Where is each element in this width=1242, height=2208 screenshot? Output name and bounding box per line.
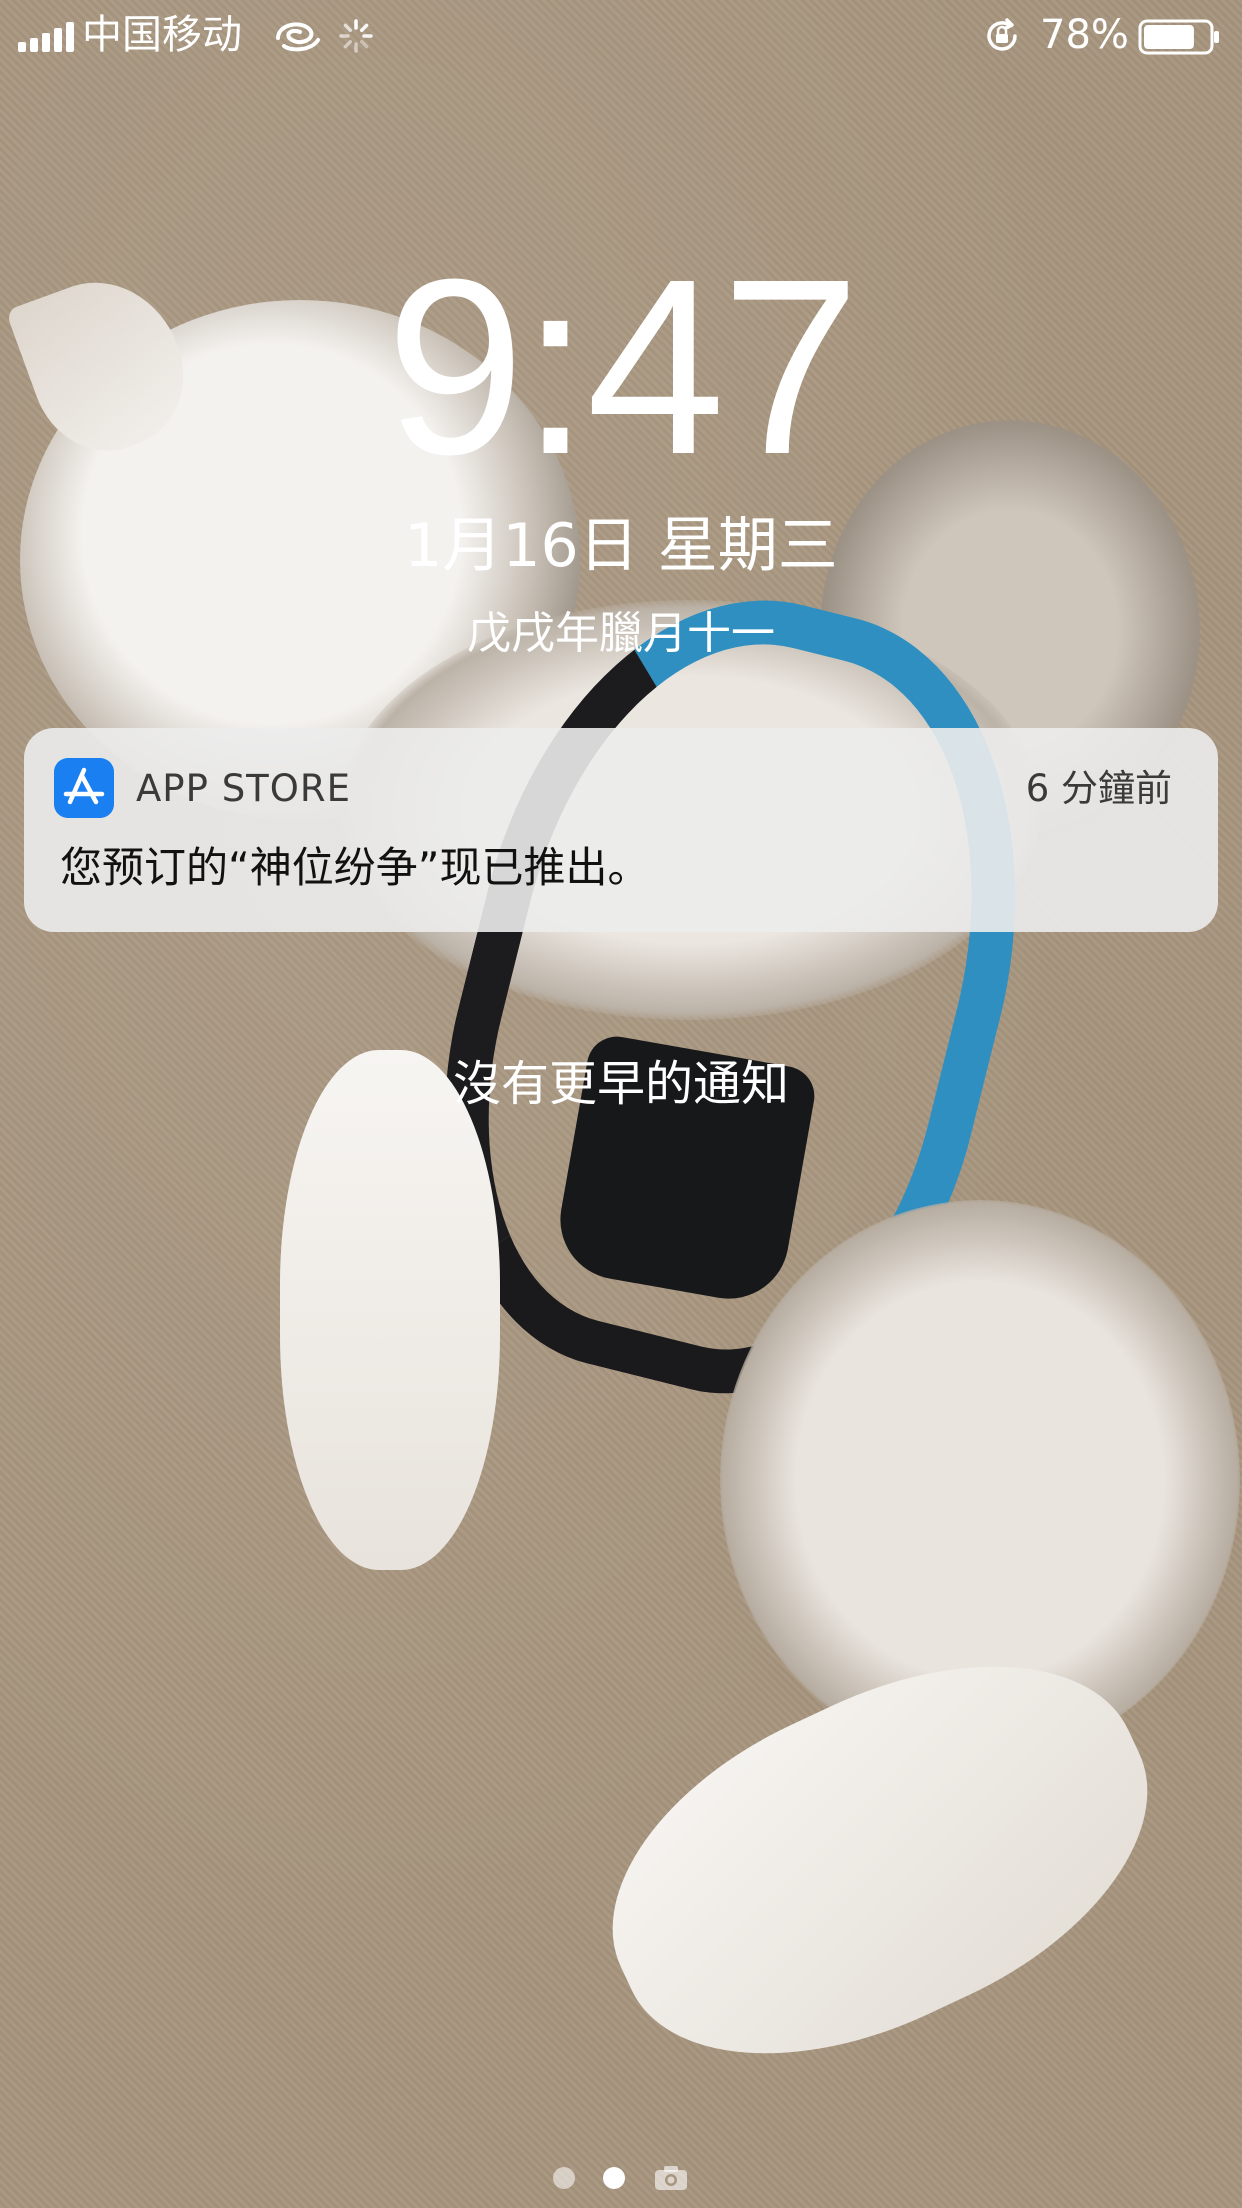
notification-time: 6 分鐘前 [1025,767,1172,810]
page-indicator[interactable] [0,2160,1242,2196]
notification-card[interactable]: APP STORE 6 分鐘前 您预订的“神位纷争”现已推出。 [24,728,1218,932]
camera-icon[interactable] [653,2164,689,2192]
status-bar: 中国移动 78% [0,0,1242,72]
signal-icon [18,22,74,52]
orientation-lock-icon [987,18,1017,51]
lockscreen-clock: 9:47 [385,227,861,506]
battery-icon [1138,19,1219,55]
carrier-name: 中国移动 [82,12,242,58]
wifi-icon [276,22,320,52]
page-dot-active[interactable] [603,2167,625,2189]
lockscreen-date: 1月16日 星期三 [404,511,838,581]
app-store-icon [54,758,114,818]
no-older-notifications-label: 沒有更早的通知 [452,1056,789,1112]
battery-percentage: 78% [1040,12,1129,58]
notification-message: 您预订的“神位纷争”现已推出。 [60,843,650,892]
page-dot[interactable] [553,2167,575,2189]
notification-app-name: APP STORE [136,767,351,810]
activity-spinner-icon [339,19,373,53]
lunar-date: 戊戌年臘月十一 [467,608,775,659]
